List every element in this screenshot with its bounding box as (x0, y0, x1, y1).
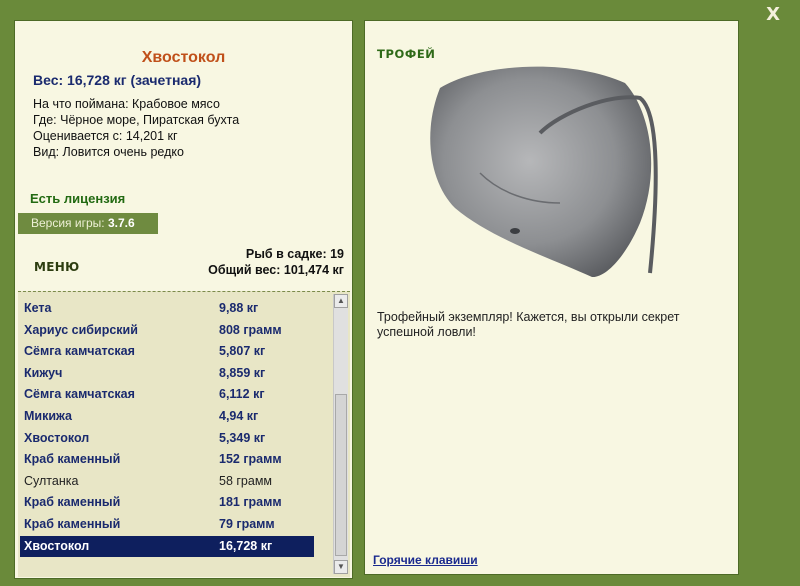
catch-fish-weight: 8,859 кг (219, 365, 266, 380)
catch-fish-name: Хвостокол (24, 538, 90, 553)
hotkeys-link[interactable]: Горячие клавиши (373, 553, 478, 567)
catch-row[interactable]: Сёмга камчатская 6,112 кг (20, 384, 314, 405)
scroll-thumb[interactable] (335, 394, 347, 556)
catch-fish-name: Краб каменный (24, 517, 121, 531)
catch-fish-name: Султанка (24, 473, 79, 488)
catch-fish-weight: 6,112 кг (219, 387, 265, 402)
stingray-image (430, 66, 658, 278)
trophy-description: Трофейный экземпляр! Кажется, вы открыли… (377, 310, 680, 339)
info-min-weight: Оценивается с: 14,201 кг (33, 129, 178, 143)
catch-row[interactable]: Султанка 58 грамм (20, 471, 314, 492)
catch-fish-name: Сёмга камчатская (24, 387, 135, 402)
fish-name: Хвостокол (141, 49, 226, 66)
catch-row[interactable]: Хвостокол 5,349 кг (20, 428, 314, 449)
catch-fish-weight: 5,807 кг (219, 344, 266, 359)
net-fish-count: Рыб в садке: 19 (245, 247, 344, 261)
scroll-down-button[interactable]: ▼ (334, 560, 348, 574)
catch-fish-weight: 808 грамм (219, 322, 282, 337)
catch-fish-weight: 152 грамм (219, 452, 282, 467)
info-bait: На что поймана: Крабовое мясо (33, 97, 220, 111)
catch-fish-weight: 58 грамм (219, 473, 273, 488)
catch-row[interactable]: Микижа 4,94 кг (20, 406, 314, 427)
menu-button[interactable]: МЕНЮ (34, 260, 79, 274)
catch-row[interactable]: Кижуч 8,859 кг (20, 363, 314, 384)
catch-fish-weight: 16,728 кг (219, 538, 273, 553)
version-value: 3.7.6 (107, 216, 135, 230)
catch-row[interactable]: Кета 9,88 кг (20, 298, 314, 319)
catch-fish-weight: 181 грамм (219, 495, 282, 510)
catch-row[interactable]: Краб каменный 152 грамм (20, 449, 314, 470)
catch-fish-name: Хариус сибирский (24, 322, 138, 337)
scroll-up-button[interactable]: ▲ (334, 294, 348, 308)
fish-weight: Вес: 16,728 кг (зачетная) (33, 72, 202, 88)
version-label: Версия игры: (31, 216, 105, 230)
catch-fish-name: Сёмга камчатская (24, 344, 135, 359)
catch-fish-weight: 9,88 кг (219, 301, 259, 315)
net-total-weight: Общий вес: 101,474 кг (208, 263, 344, 277)
catch-row[interactable]: Краб каменный 79 грамм (20, 514, 314, 535)
menu-row: МЕНЮ Рыб в садке: 19 Общий вес: 101,474 … (15, 244, 352, 284)
catch-fish-name: Микижа (24, 409, 73, 423)
trophy-panel: ТРОФЕЙ Трофейный экземпляр! Кажется, вы … (364, 20, 739, 575)
catch-row[interactable]: Сёмга камчатская 5,807 кг (20, 341, 314, 362)
catch-fish-name: Краб каменный (24, 495, 121, 510)
scrollbar[interactable]: ▲ ▼ (333, 294, 348, 574)
catch-fish-weight: 79 грамм (219, 517, 275, 531)
catch-fish-name: Хвостокол (24, 430, 90, 445)
fish-info: На что поймана: Крабовое мясо Где: Чёрно… (33, 96, 352, 160)
net-stats: Рыб в садке: 19 Общий вес: 101,474 кг (208, 246, 344, 278)
catch-fish-weight: 5,349 кг (219, 430, 266, 445)
catch-fish-weight: 4,94 кг (219, 409, 259, 423)
catch-fish-name: Краб каменный (24, 452, 121, 467)
catch-fish-name: Кижуч (24, 365, 63, 380)
info-rarity: Вид: Ловится очень редко (33, 145, 184, 159)
catch-fish-name: Кета (24, 301, 52, 315)
license-status: Есть лицензия (30, 191, 126, 206)
fish-details-panel: Хвостокол Вес: 16,728 кг (зачетная) На ч… (14, 20, 353, 579)
catch-row[interactable]: Хариус сибирский 808 грамм (20, 320, 314, 341)
catch-row-selected[interactable]: Хвостокол 16,728 кг (20, 535, 314, 557)
catch-row[interactable]: Краб каменный 181 грамм (20, 492, 314, 513)
info-location: Где: Чёрное море, Пиратская бухта (33, 113, 240, 127)
game-version: Версия игры: 3.7.6 (18, 213, 158, 234)
close-button[interactable]: X (766, 4, 780, 25)
catch-list: Кета 9,88 кг Хариус сибирский 808 грамм Сёмг… (18, 291, 350, 577)
